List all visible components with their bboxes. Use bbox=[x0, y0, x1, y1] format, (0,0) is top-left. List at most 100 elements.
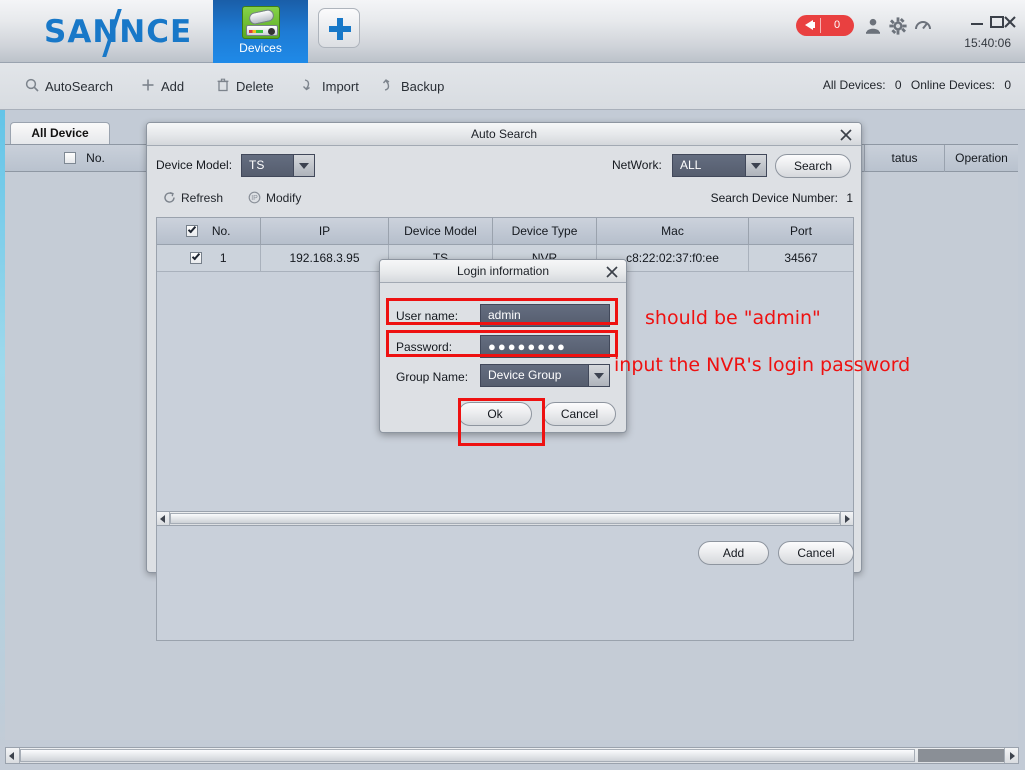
backup-button[interactable]: Backup bbox=[381, 76, 444, 98]
backup-icon bbox=[381, 77, 395, 99]
page-scrollbar-thumb[interactable] bbox=[20, 749, 915, 762]
password-label: Password: bbox=[396, 340, 453, 354]
all-devices-count: 0 bbox=[894, 78, 902, 92]
minimize-icon[interactable] bbox=[969, 14, 985, 33]
group-name-dropdown[interactable]: Device Group bbox=[480, 364, 610, 387]
refresh-icon bbox=[163, 191, 176, 207]
add-button[interactable]: Add bbox=[141, 76, 184, 98]
add-tab-button[interactable] bbox=[318, 8, 360, 48]
close-icon[interactable] bbox=[1002, 14, 1018, 33]
autosearch-label: AutoSearch bbox=[45, 79, 113, 94]
gear-icon[interactable] bbox=[889, 17, 907, 35]
refresh-button[interactable]: Refresh bbox=[163, 191, 223, 207]
grid-column-no-label: No. bbox=[211, 224, 231, 238]
user-icon[interactable] bbox=[864, 17, 882, 35]
bg-column-no-label: No. bbox=[86, 151, 105, 165]
grid-column-ip: IP bbox=[261, 218, 389, 244]
chevron-down-icon bbox=[588, 365, 609, 386]
login-dialog-title: Login information bbox=[380, 260, 626, 283]
network-dropdown[interactable]: ALL bbox=[672, 154, 767, 177]
main-toolbar: AutoSearch Add Delete Import Backup All … bbox=[0, 63, 1025, 110]
group-name-value: Device Group bbox=[488, 368, 562, 382]
modify-label: Modify bbox=[266, 191, 302, 206]
speedometer-icon[interactable] bbox=[914, 17, 932, 35]
select-all-checkbox[interactable] bbox=[64, 152, 77, 164]
refresh-label: Refresh bbox=[181, 191, 224, 206]
tab-devices[interactable]: Devices bbox=[213, 0, 308, 63]
device-counters: All Devices: 0 Online Devices: 0 bbox=[817, 78, 1011, 92]
grid-column-device-model: Device Model bbox=[389, 218, 493, 244]
tab-all-device[interactable]: All Device bbox=[10, 122, 110, 144]
login-cancel-button[interactable]: Cancel bbox=[543, 402, 616, 426]
row-ip-cell: 192.168.3.95 bbox=[261, 245, 389, 271]
search-icon bbox=[25, 77, 39, 99]
grid-header-row: No. IP Device Model Device Type Mac Port bbox=[157, 218, 853, 245]
network-value: ALL bbox=[680, 158, 702, 172]
row-no-cell: 1 bbox=[157, 245, 261, 271]
search-button[interactable]: Search bbox=[775, 154, 851, 178]
grid-column-port: Port bbox=[789, 224, 812, 238]
import-icon bbox=[302, 77, 316, 99]
password-input[interactable]: ●●●●●●●● bbox=[480, 335, 610, 358]
import-button[interactable]: Import bbox=[302, 76, 359, 98]
scrollbar-thumb[interactable] bbox=[170, 513, 840, 524]
password-value: ●●●●●●●● bbox=[488, 339, 567, 354]
auto-search-close-icon[interactable] bbox=[838, 127, 854, 143]
group-name-label: Group Name: bbox=[396, 370, 469, 384]
grid-horizontal-scrollbar[interactable] bbox=[156, 511, 854, 526]
auto-search-title: Auto Search bbox=[147, 123, 861, 146]
device-nvr-icon bbox=[241, 6, 280, 39]
alarm-count: 0 bbox=[833, 19, 841, 31]
grid-toolbar: Refresh IP Modify Search Device Number: … bbox=[153, 185, 857, 213]
online-devices-label: Online Devices: bbox=[910, 78, 995, 92]
username-value: admin bbox=[488, 308, 521, 322]
device-model-value: TS bbox=[249, 158, 265, 172]
grid-column-device-type: Device Type bbox=[493, 218, 597, 244]
auto-search-cancel-button[interactable]: Cancel bbox=[778, 541, 854, 565]
page-horizontal-scrollbar[interactable] bbox=[5, 747, 1019, 764]
login-ok-button[interactable]: Ok bbox=[458, 402, 532, 426]
grid-select-all-checkbox[interactable] bbox=[186, 224, 199, 237]
clock: 15:40:06 bbox=[964, 36, 1011, 50]
bg-column-no: No. bbox=[5, 145, 165, 172]
device-model-label: Device Model: bbox=[156, 158, 233, 172]
import-label: Import bbox=[322, 79, 359, 94]
search-filter-row: Device Model: TS NetWork: ALL Search bbox=[147, 146, 861, 183]
search-device-number: Search Device Number: 1 bbox=[711, 191, 853, 205]
backup-label: Backup bbox=[401, 79, 445, 94]
login-dialog-close-icon[interactable] bbox=[604, 264, 620, 280]
tab-devices-label: Devices bbox=[239, 41, 282, 55]
add-label: Add bbox=[161, 79, 185, 94]
trash-icon bbox=[216, 77, 230, 99]
auto-search-add-button[interactable]: Add bbox=[698, 541, 769, 565]
chevron-down-icon bbox=[293, 155, 314, 176]
alarm-status-badge[interactable]: 0 bbox=[796, 15, 854, 36]
all-devices-label: All Devices: bbox=[822, 78, 886, 92]
online-devices-count: 0 bbox=[1004, 78, 1011, 92]
scroll-left-arrow-icon[interactable] bbox=[157, 512, 170, 525]
title-bar: SANNCE Devices 0 15:40:06 bbox=[0, 0, 1025, 63]
annotation-text-password: input the NVR's login password bbox=[614, 354, 911, 376]
ip-modify-icon: IP bbox=[248, 191, 261, 207]
grid-column-mac: Mac bbox=[597, 218, 749, 244]
username-input[interactable]: admin bbox=[480, 304, 610, 327]
bg-column-operation: Operation bbox=[955, 151, 1008, 165]
page-scroll-right-arrow-icon[interactable] bbox=[1004, 748, 1018, 763]
delete-button[interactable]: Delete bbox=[216, 76, 274, 98]
svg-text:IP: IP bbox=[251, 195, 258, 202]
modify-button[interactable]: IP Modify bbox=[248, 191, 301, 207]
plus-icon bbox=[141, 77, 155, 99]
chevron-down-icon bbox=[745, 155, 766, 176]
page-scroll-track[interactable] bbox=[918, 749, 1004, 762]
scroll-right-arrow-icon[interactable] bbox=[840, 512, 853, 525]
page-scroll-left-arrow-icon[interactable] bbox=[6, 748, 20, 763]
search-device-number-label: Search Device Number: bbox=[710, 191, 838, 205]
row-checkbox[interactable] bbox=[190, 251, 203, 264]
annotation-text-username: should be "admin" bbox=[645, 307, 821, 329]
autosearch-button[interactable]: AutoSearch bbox=[25, 76, 113, 98]
login-information-dialog: Login information User name: admin Passw… bbox=[379, 259, 627, 433]
username-label: User name: bbox=[396, 309, 459, 323]
device-model-dropdown[interactable]: TS bbox=[241, 154, 315, 177]
search-device-number-value: 1 bbox=[846, 191, 853, 205]
application-window: SANNCE Devices 0 15:40:06 AutoSearch Add… bbox=[0, 0, 1025, 770]
